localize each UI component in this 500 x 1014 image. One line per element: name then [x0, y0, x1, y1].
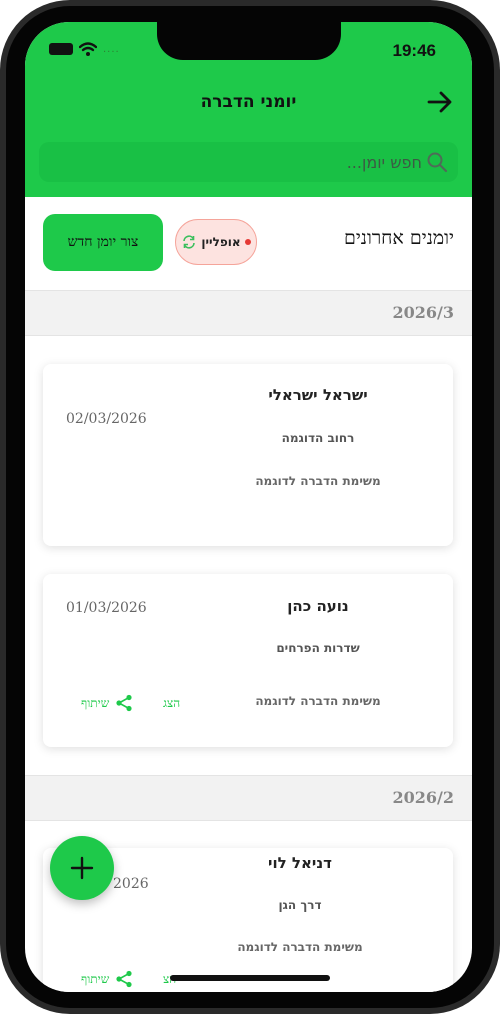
offline-badge[interactable]: אופליין [175, 219, 257, 265]
wifi-icon [79, 42, 97, 56]
show-label: הצג [163, 696, 181, 710]
card-street: רחוב הדוגמה [281, 431, 355, 445]
share-label: שיתוף [81, 695, 110, 710]
card-task: משימת הדברה לדוגמה [255, 694, 381, 708]
card-name: ישראל ישראלי [268, 386, 368, 404]
battery-icon [49, 43, 73, 55]
card-task: משימת הדברה לדוגמה [237, 940, 363, 954]
plus-icon [70, 856, 94, 880]
card-overlay: דניאל לוי דרך הגן משימת הדברה לדוגמה [190, 850, 450, 992]
offline-dot [244, 239, 251, 245]
share-icon [116, 970, 132, 988]
signal-dots: .... [103, 43, 120, 55]
log-card[interactable]: נועה כהן שדרות הפרחים משימת הדברה לדוגמה… [43, 574, 453, 747]
search-input[interactable] [39, 142, 458, 182]
share-icon [116, 694, 132, 712]
card-name: נועה כהן [287, 597, 349, 615]
share-label: שיתוף [81, 971, 110, 986]
month-label: 2026/2 [392, 788, 454, 807]
recent-logs-title: יומנים אחרונים [343, 227, 454, 249]
card-street: דרך הגן [278, 898, 322, 912]
log-card[interactable]: ישראל ישראלי רחוב הדוגמה משימת הדברה לדו… [43, 364, 453, 546]
home-indicator [170, 975, 330, 981]
share-button[interactable]: שיתוף [81, 694, 133, 712]
search-icon [427, 152, 448, 173]
offline-label: אופליין [201, 235, 241, 249]
list-header: יומנים אחרונים אופליין צור יומן חדש [25, 214, 472, 274]
sync-icon [183, 235, 196, 249]
status-time: 19:46 [392, 41, 436, 60]
status-bar-left: .... [49, 42, 120, 56]
create-new-log-button[interactable]: צור יומן חדש [43, 214, 163, 271]
card-date: 2026 [113, 876, 149, 892]
card-task: משימת הדברה לדוגמה [255, 474, 381, 488]
month-header: 2026/3 [25, 290, 472, 336]
card-name: דניאל לוי [268, 854, 332, 872]
page-title: יומני הדברה [200, 92, 297, 112]
card-street: שדרות הפרחים [276, 641, 360, 655]
show-button[interactable]: הצג [163, 696, 180, 711]
app-screen: .... 19:46 יומני הדברה יומנים אחרונים או… [25, 22, 472, 992]
share-button[interactable]: שיתוף [81, 970, 133, 988]
month-label: 2026/3 [392, 303, 454, 322]
card-date: 02/03/2026 [66, 411, 147, 427]
card-date: 01/03/2026 [66, 600, 147, 616]
back-arrow-icon[interactable] [426, 90, 454, 114]
search-bar [39, 142, 458, 182]
add-log-fab[interactable] [50, 836, 114, 900]
notch [157, 22, 341, 60]
month-header: 2026/2 [25, 775, 472, 821]
